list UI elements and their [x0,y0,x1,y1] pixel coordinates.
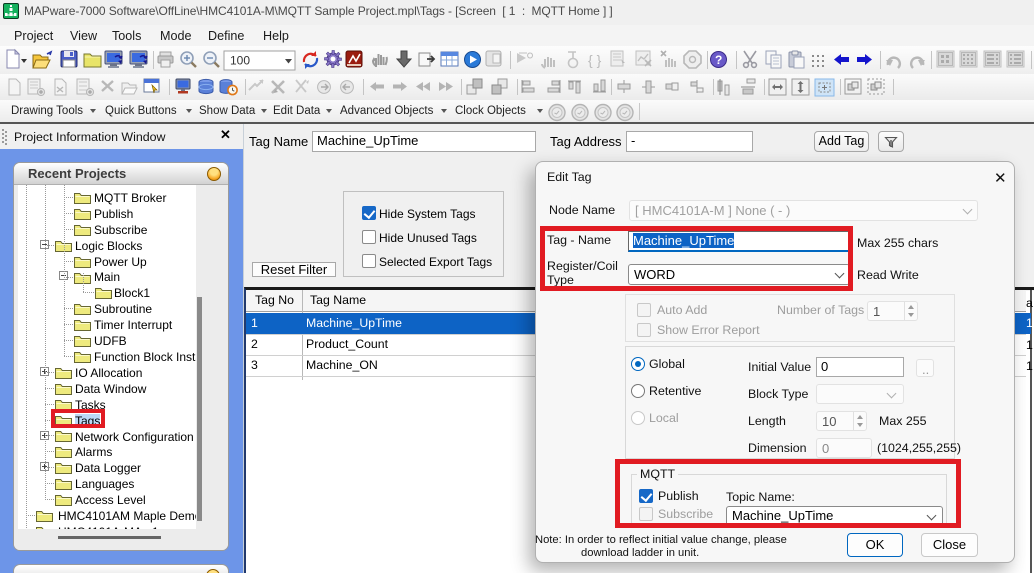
svg-text:100: 100 [230,54,250,68]
svg-text:?: ? [715,53,722,67]
svg-text:{ }: { } [588,52,602,68]
